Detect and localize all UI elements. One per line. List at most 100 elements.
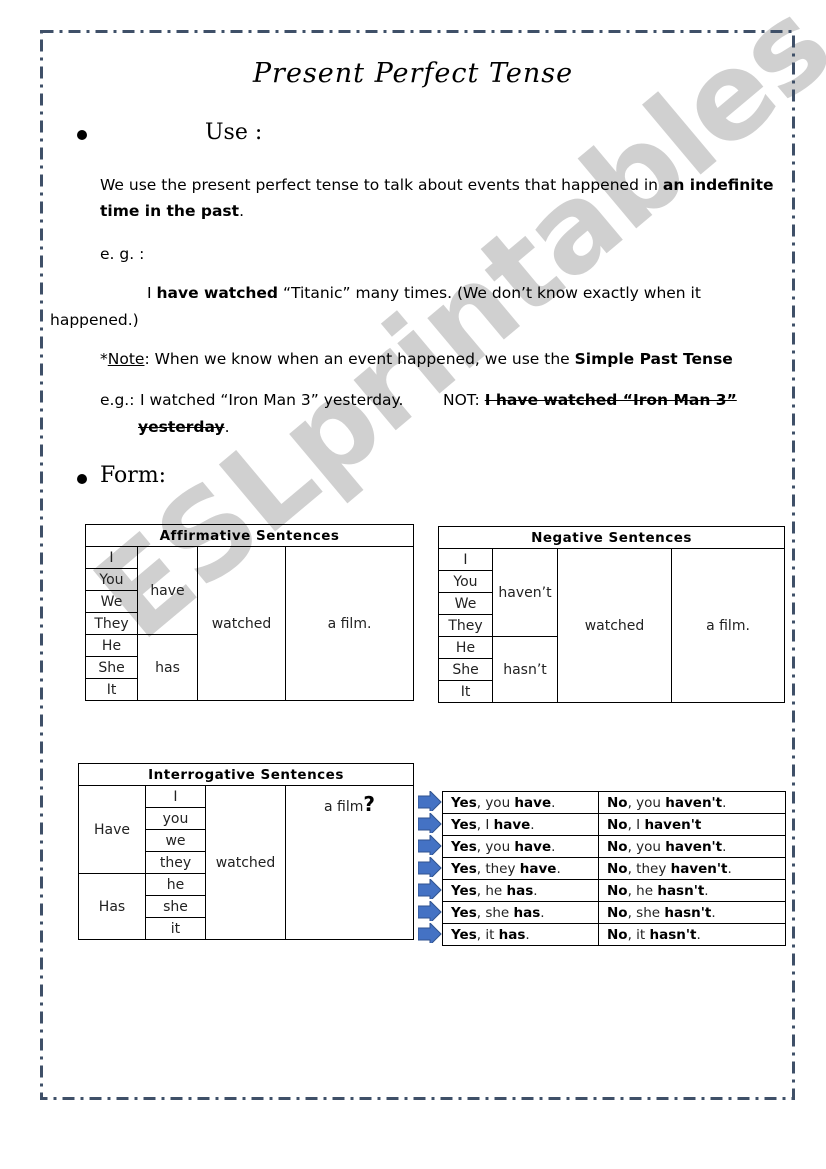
yes-answer: Yes, I have. (442, 813, 599, 836)
question-mark: ? (363, 792, 375, 816)
right-arrow-icon (418, 923, 442, 943)
note-emphasis: Simple Past Tense (574, 350, 733, 368)
note-label: Note (107, 350, 145, 368)
yes-answer: Yes, they have. (442, 857, 599, 880)
yes-part-end: . (530, 816, 535, 833)
no-part-end: . (711, 904, 716, 921)
use-heading: Use : (205, 120, 263, 145)
yes-part: Yes (451, 838, 477, 855)
aux-cell: have (137, 546, 198, 635)
yes-part-aux: has (506, 882, 534, 899)
no-part-aux: haven't (670, 860, 728, 877)
subject-cell: I (145, 785, 206, 808)
yes-part-mid: , you (476, 794, 515, 811)
yes-part-mid: , I (476, 816, 494, 833)
incorrect-example: I have watched “Iron Man 3” (484, 391, 737, 409)
subject-cell: He (438, 636, 493, 659)
yes-part-end: . (533, 882, 538, 899)
yes-part-mid: , she (476, 904, 514, 921)
negative-table: Negative Sentences I haven’t watched a f… (438, 526, 785, 703)
subject-cell: they (145, 851, 206, 874)
yes-answer: Yes, you have. (442, 791, 599, 814)
yes-answer: Yes, she has. (442, 901, 599, 924)
subject-cell: I (438, 548, 493, 571)
yes-answer: Yes, it has. (442, 923, 599, 946)
subject-cell: she (145, 895, 206, 918)
no-answer: No, they haven't. (598, 857, 786, 880)
yes-part-mid: , it (476, 926, 499, 943)
object-text: a film (324, 799, 364, 815)
subject-cell: You (85, 568, 138, 591)
verb-cell: watched (205, 785, 286, 940)
yes-answer: Yes, he has. (442, 879, 599, 902)
subject-cell: You (438, 570, 493, 593)
no-part-aux: haven't (644, 816, 702, 833)
subject-cell: He (85, 634, 138, 657)
no-answer: No, he hasn't. (598, 879, 786, 902)
no-part-aux: hasn't (657, 882, 705, 899)
yes-part-aux: has (498, 926, 526, 943)
definition-text: We use the present perfect tense to talk… (100, 176, 663, 194)
yes-part-aux: have (514, 838, 552, 855)
yes-part-end: . (525, 926, 530, 943)
right-arrow-icon (418, 857, 442, 877)
subject-cell: We (85, 590, 138, 613)
yes-part-aux: has (513, 904, 541, 921)
no-part: No (607, 860, 628, 877)
subject-cell: She (438, 658, 493, 681)
object-cell: a film? (285, 785, 414, 940)
example-subject: I (147, 284, 157, 302)
yes-part-aux: have (519, 860, 557, 877)
verb-cell: watched (197, 546, 286, 701)
yes-part: Yes (451, 816, 477, 833)
yes-part-aux: have (514, 794, 552, 811)
no-part: No (607, 794, 628, 811)
answer-row: Yes, they have. No, they haven't. (442, 857, 786, 880)
note-star: * (100, 350, 108, 368)
page-title: Present Perfect Tense (252, 58, 574, 89)
no-answer: No, she hasn't. (598, 901, 786, 924)
no-part-aux: hasn't (664, 904, 712, 921)
answer-row: Yes, he has. No, he hasn't. (442, 879, 786, 902)
no-part: No (607, 838, 628, 855)
subject-cell: We (438, 592, 493, 615)
yes-part-mid: , you (476, 838, 515, 855)
right-arrow-icon (418, 835, 442, 855)
no-part: No (607, 816, 628, 833)
not-label: NOT: (443, 391, 485, 409)
bullet-icon (77, 130, 87, 140)
table-header: Affirmative Sentences (85, 524, 414, 547)
subject-cell: I (85, 546, 138, 569)
yes-part-end: . (551, 838, 556, 855)
not-example-wrap: yesterday. (138, 414, 230, 440)
subject-cell: It (85, 678, 138, 701)
no-part-end: . (727, 860, 732, 877)
example-wrap: happened.) (50, 311, 139, 329)
subject-cell: we (145, 829, 206, 852)
no-part-end: . (722, 794, 727, 811)
interrogative-table: Interrogative Sentences Have I watched a… (78, 763, 414, 940)
answer-row: Yes, I have. No , I haven't (442, 813, 786, 836)
note: *Note: When we know when an event happen… (100, 346, 733, 372)
definition-line-2: time in the past. (100, 198, 244, 224)
incorrect-example-wrap: yesterday (138, 418, 225, 436)
yes-part-aux: have (493, 816, 531, 833)
right-arrow-icon (418, 791, 442, 811)
bullet-icon (77, 474, 87, 484)
eg2-sentence: I watched “Iron Man 3” yesterday. (140, 391, 404, 409)
yes-part: Yes (451, 926, 477, 943)
subject-cell: They (438, 614, 493, 637)
no-answer: No, you haven't. (598, 791, 786, 814)
definition-line-1: We use the present perfect tense to talk… (100, 172, 774, 198)
yes-part-end: . (556, 860, 561, 877)
no-part: No (607, 882, 628, 899)
no-part-aux: hasn't (649, 926, 697, 943)
subject-cell: he (145, 873, 206, 896)
right-arrow-icon (418, 879, 442, 899)
note-text: : When we know when an event happened, w… (144, 350, 575, 368)
no-answer: No, it hasn't. (598, 923, 786, 946)
subject-cell: They (85, 612, 138, 635)
yes-part: Yes (451, 882, 477, 899)
short-answers-table: Yes, you have. No, you haven't. Yes, I hav… (442, 791, 786, 946)
not-example: NOT: I have watched “Iron Man 3” (443, 387, 737, 413)
